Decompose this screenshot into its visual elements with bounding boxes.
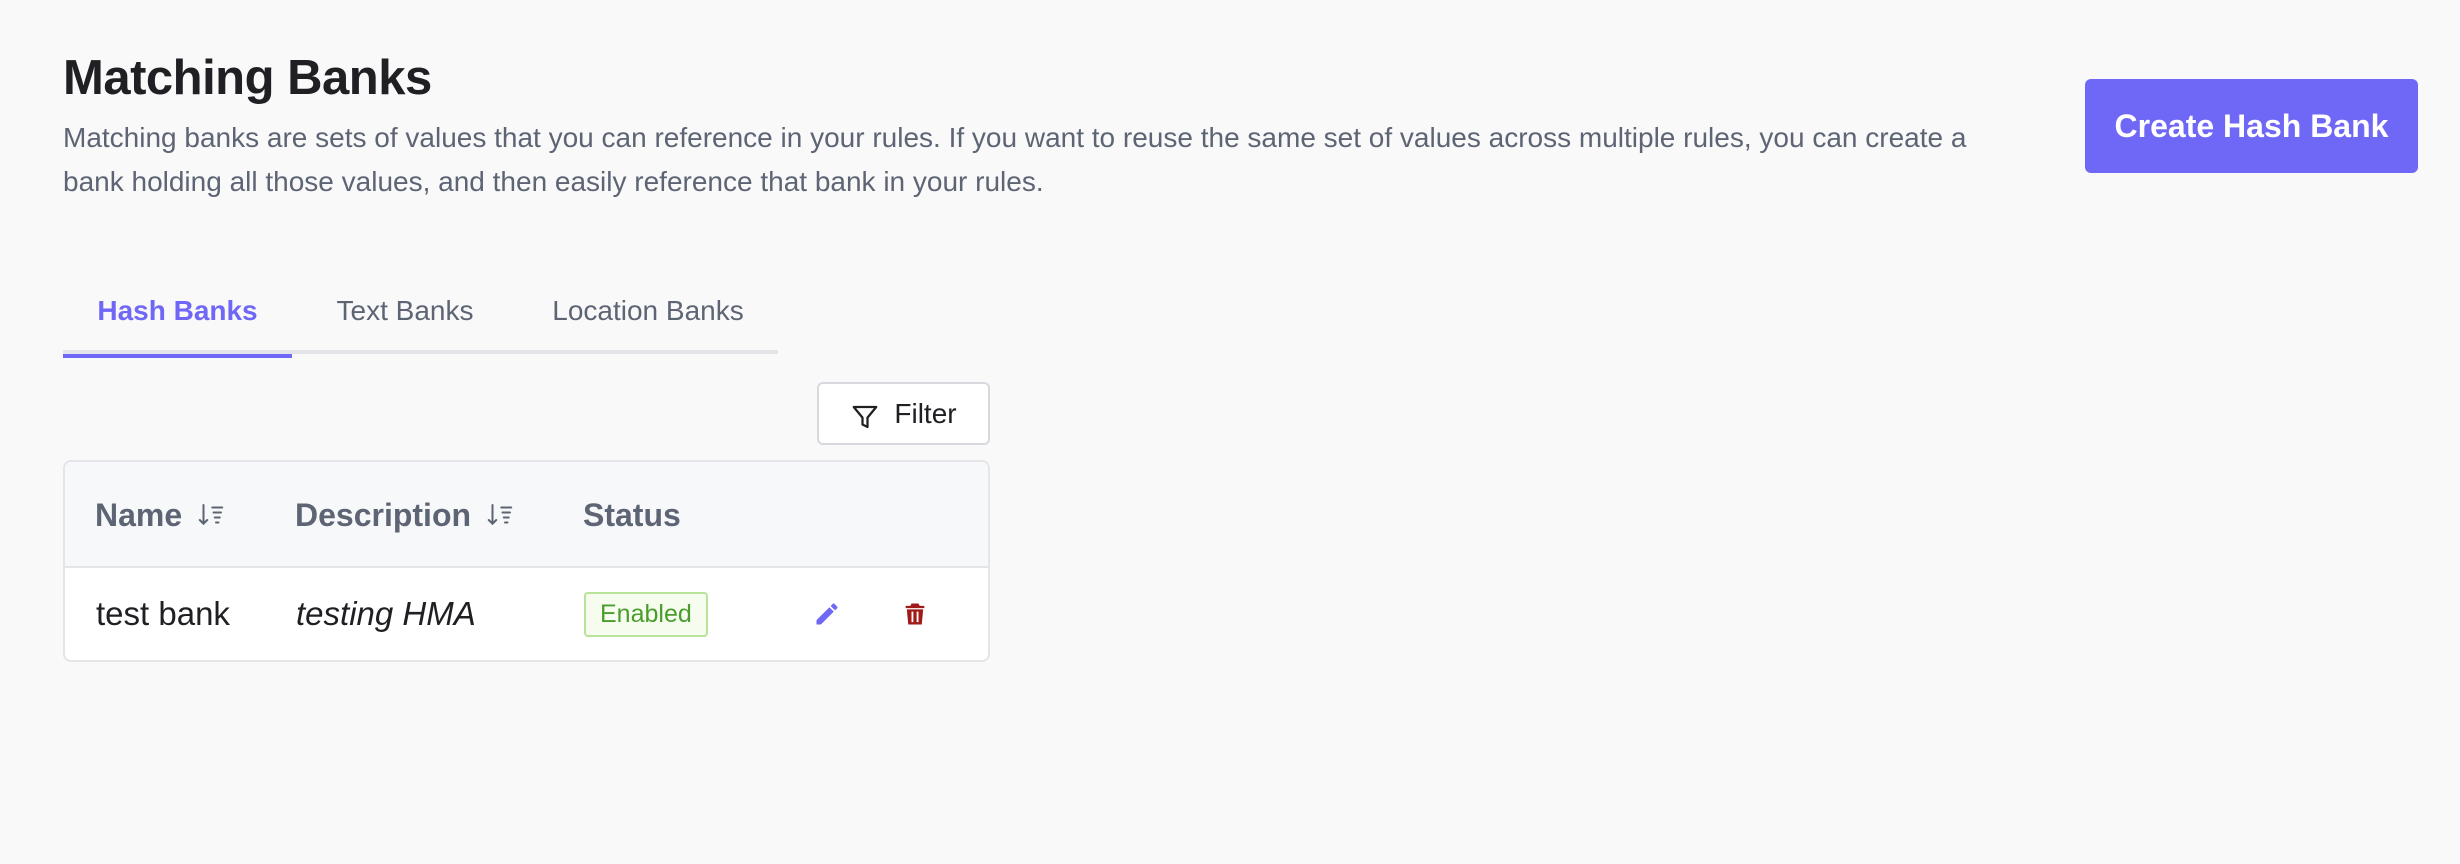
page-header: Matching Banks Matching banks are sets o… bbox=[63, 46, 2003, 204]
tab-hash-banks[interactable]: Hash Banks bbox=[63, 268, 292, 358]
tab-text-banks[interactable]: Text Banks bbox=[292, 268, 518, 354]
sort-descending-icon[interactable] bbox=[485, 500, 515, 530]
column-header-name: Name bbox=[95, 462, 226, 568]
filter-funnel-icon bbox=[853, 405, 878, 428]
pencil-icon bbox=[816, 603, 838, 625]
hash-banks-table: Name Description Status test bank testin… bbox=[63, 460, 990, 662]
column-header-description-label: Description bbox=[295, 496, 472, 533]
trash-icon bbox=[905, 603, 925, 625]
matching-banks-page: Matching Banks Matching banks are sets o… bbox=[0, 0, 2460, 864]
bank-type-tabs: Hash Banks Text Banks Location Banks bbox=[63, 268, 778, 358]
create-hash-bank-button[interactable]: Create Hash Bank bbox=[2085, 79, 2418, 173]
column-header-description: Description bbox=[295, 462, 515, 568]
sort-descending-icon[interactable] bbox=[196, 500, 226, 530]
page-description: Matching banks are sets of values that y… bbox=[63, 122, 1967, 197]
row-status: Enabled bbox=[584, 568, 708, 660]
status-badge: Enabled bbox=[584, 591, 708, 637]
column-header-status: Status bbox=[583, 462, 681, 568]
page-title: Matching Banks bbox=[63, 51, 432, 105]
table-row[interactable]: test bank testing HMA Enabled bbox=[65, 568, 988, 660]
delete-bank-button[interactable] bbox=[895, 594, 935, 634]
column-header-name-label: Name bbox=[95, 496, 183, 533]
row-description: testing HMA bbox=[296, 595, 476, 632]
table-header: Name Description Status bbox=[65, 462, 988, 568]
row-name: test bank bbox=[96, 595, 230, 632]
tab-location-banks[interactable]: Location Banks bbox=[518, 268, 778, 354]
edit-bank-button[interactable] bbox=[807, 594, 847, 634]
filter-button[interactable]: Filter bbox=[817, 382, 990, 445]
filter-button-label: Filter bbox=[894, 397, 957, 429]
column-header-status-label: Status bbox=[583, 496, 681, 533]
